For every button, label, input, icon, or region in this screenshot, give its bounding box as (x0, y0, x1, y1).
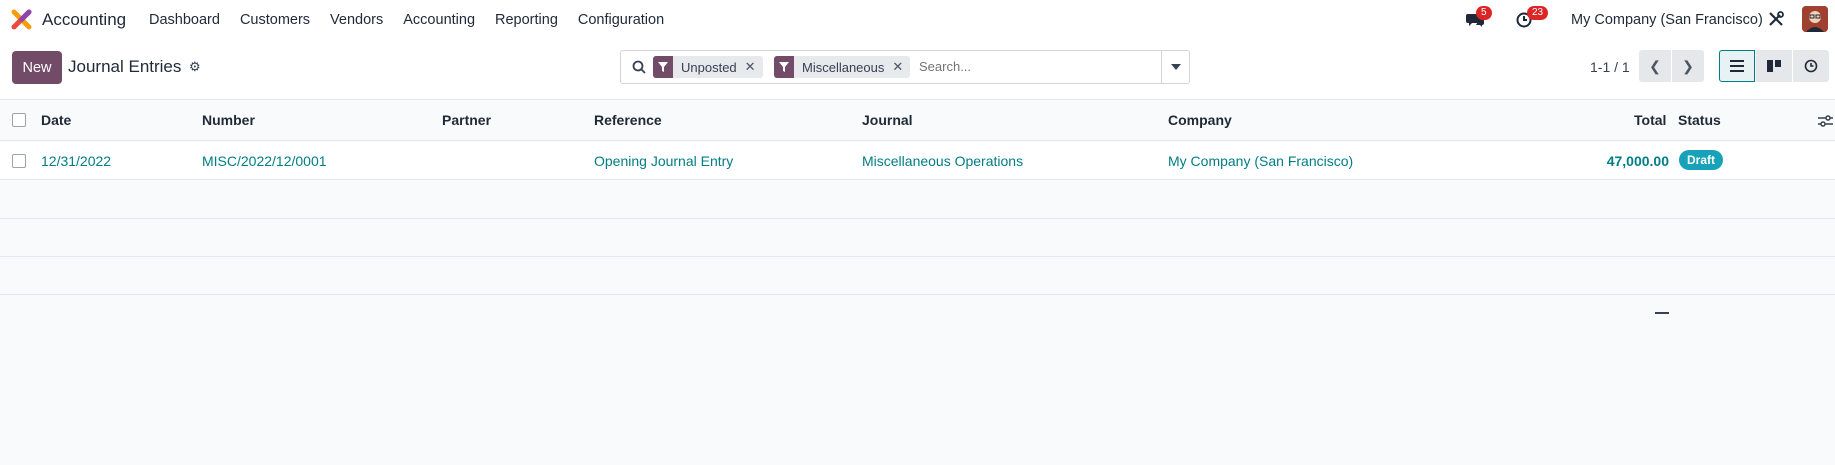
messages-button[interactable]: 5 (1466, 0, 1496, 40)
empty-row (0, 181, 1835, 219)
activity-view-button[interactable] (1793, 50, 1829, 82)
menu-item-accounting[interactable]: Accounting (403, 12, 475, 28)
search-icon (632, 60, 646, 74)
column-header-partner[interactable]: Partner (442, 112, 491, 128)
column-header-journal[interactable]: Journal (862, 112, 913, 128)
filter-icon (774, 56, 794, 78)
kanban-view-button[interactable] (1756, 50, 1792, 82)
control-panel: New Journal Entries ⚙ Unposted ✕ Miscell… (0, 40, 1835, 100)
cell-total[interactable]: 47,000.00 (1607, 153, 1669, 169)
optional-columns-icon[interactable] (1818, 114, 1833, 128)
column-header-date[interactable]: Date (41, 112, 71, 128)
app-name[interactable]: Accounting (42, 10, 126, 30)
list-view-button[interactable] (1719, 50, 1755, 82)
cell-number[interactable]: MISC/2022/12/0001 (202, 153, 327, 169)
list-view-icon (1730, 60, 1744, 72)
tools-icon[interactable] (1768, 11, 1784, 27)
search-options-toggle[interactable] (1161, 51, 1189, 83)
user-avatar[interactable] (1802, 6, 1828, 32)
status-badge: Draft (1679, 150, 1724, 170)
remove-facet-unposted[interactable]: ✕ (745, 59, 763, 75)
table-header: Date Number Partner Reference Journal Co… (0, 101, 1835, 141)
pager-next-button[interactable]: ❯ (1672, 50, 1704, 82)
menu-item-reporting[interactable]: Reporting (495, 12, 558, 28)
pager-previous-button[interactable]: ❮ (1639, 50, 1671, 82)
column-header-status[interactable]: Status (1678, 112, 1721, 128)
chevron-right-icon: ❯ (1682, 57, 1694, 74)
main-menu: Dashboard Customers Vendors Accounting R… (149, 12, 684, 28)
cell-reference[interactable]: Opening Journal Entry (594, 153, 733, 169)
gear-icon[interactable]: ⚙ (189, 59, 201, 75)
user-avatar-image (1802, 6, 1828, 32)
menu-item-dashboard[interactable]: Dashboard (149, 12, 220, 28)
activities-button[interactable]: 23 (1516, 0, 1552, 40)
column-header-reference[interactable]: Reference (594, 112, 662, 128)
filter-icon (653, 56, 673, 78)
accounting-app-icon[interactable] (11, 9, 32, 30)
activities-count-badge: 23 (1527, 6, 1549, 20)
pager-value[interactable]: 1-1 / 1 (1590, 59, 1630, 75)
total-footer-dash (1655, 312, 1669, 314)
facet-label: Unposted (681, 59, 737, 75)
activity-view-icon (1804, 59, 1818, 73)
facet-unposted: Unposted ✕ (653, 56, 763, 78)
column-header-number[interactable]: Number (202, 112, 255, 128)
select-all-checkbox[interactable] (12, 113, 26, 127)
menu-item-configuration[interactable]: Configuration (578, 12, 664, 28)
empty-row (0, 257, 1835, 295)
row-checkbox[interactable] (12, 154, 26, 168)
page-title[interactable]: Journal Entries (68, 57, 181, 77)
facet-label: Miscellaneous (802, 59, 885, 75)
cell-journal[interactable]: Miscellaneous Operations (862, 153, 1023, 169)
menu-item-customers[interactable]: Customers (240, 12, 310, 28)
kanban-view-icon (1767, 60, 1781, 72)
empty-row (0, 219, 1835, 257)
new-button[interactable]: New (12, 51, 62, 84)
remove-facet-miscellaneous[interactable]: ✕ (892, 59, 910, 75)
table-row[interactable]: 12/31/2022 MISC/2022/12/0001 Opening Jou… (0, 142, 1835, 180)
facet-miscellaneous: Miscellaneous ✕ (774, 56, 911, 78)
search-input[interactable] (919, 59, 1139, 74)
column-header-total[interactable]: Total (1634, 112, 1666, 128)
cell-company[interactable]: My Company (San Francisco) (1168, 153, 1353, 169)
column-header-company[interactable]: Company (1168, 112, 1232, 128)
top-navbar: Accounting Dashboard Customers Vendors A… (0, 0, 1835, 40)
company-switcher[interactable]: My Company (San Francisco) (1571, 12, 1763, 28)
caret-down-icon (1170, 64, 1181, 70)
search-bar: Unposted ✕ Miscellaneous ✕ (620, 50, 1190, 84)
cell-date[interactable]: 12/31/2022 (41, 153, 111, 169)
menu-item-vendors[interactable]: Vendors (330, 12, 383, 28)
messages-count-badge: 5 (1476, 6, 1492, 20)
chevron-left-icon: ❮ (1649, 57, 1661, 74)
